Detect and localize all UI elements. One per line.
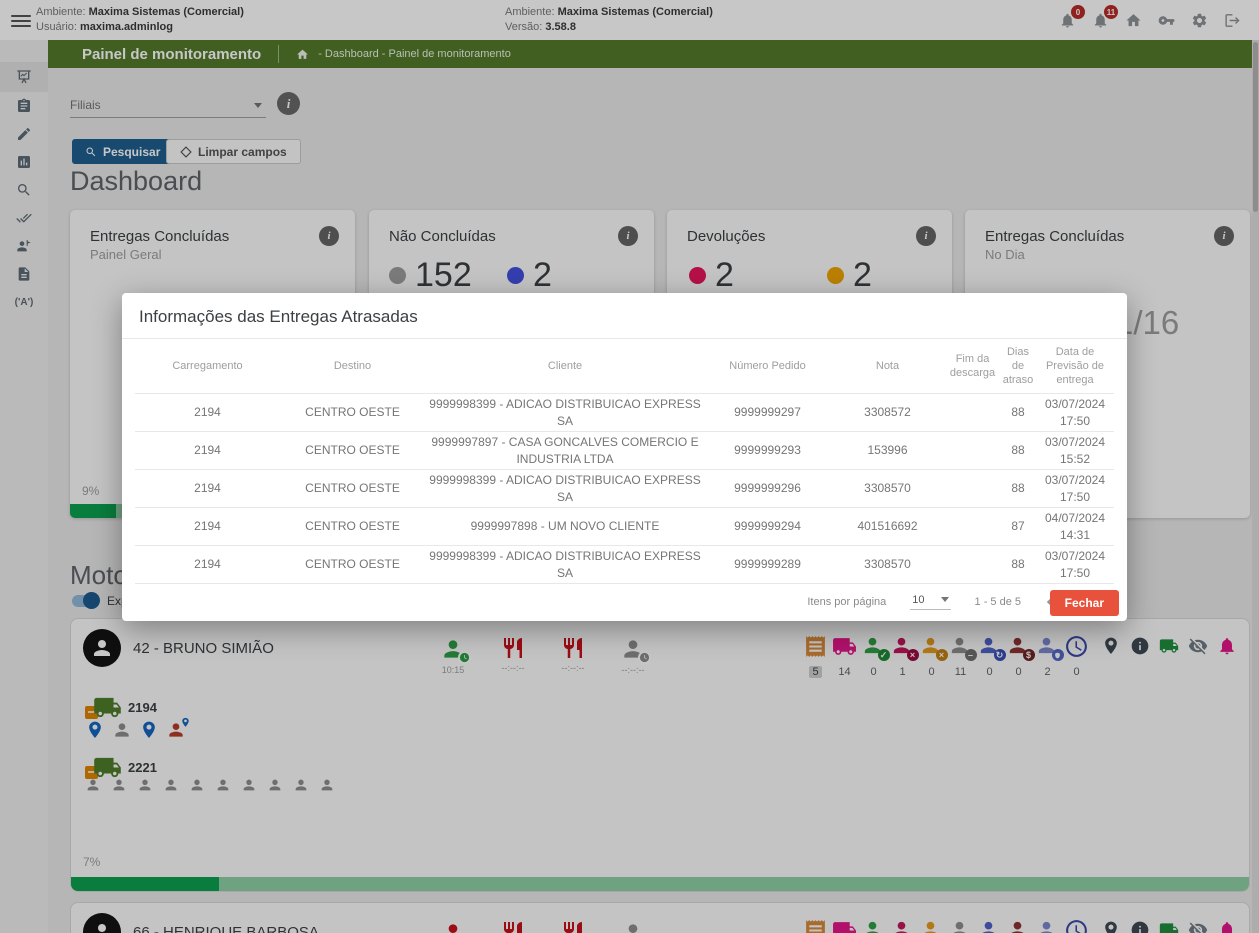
table-cell: 9999999293 xyxy=(705,432,830,470)
table-cell: 2194 xyxy=(135,546,280,584)
table-cell: CENTRO OESTE xyxy=(280,508,425,546)
table-cell: CENTRO OESTE xyxy=(280,394,425,432)
table-row: 2194CENTRO OESTE9999997898 - UM NOVO CLI… xyxy=(135,508,1114,546)
table-cell: 87 xyxy=(1000,508,1036,546)
table-cell: 88 xyxy=(1000,546,1036,584)
table-cell: 3308570 xyxy=(830,546,945,584)
table-cell xyxy=(945,546,1000,584)
chevron-down-icon xyxy=(941,597,949,606)
table-cell: 03/07/2024 15:52 xyxy=(1036,432,1114,470)
table-cell: 2194 xyxy=(135,432,280,470)
pagination: Itens por página 10 1 - 5 de 5 xyxy=(122,593,1091,610)
table-cell: 2194 xyxy=(135,470,280,508)
table-cell: 9999998399 - ADICAO DISTRIBUICAO EXPRESS… xyxy=(425,546,705,584)
table-row: 2194CENTRO OESTE9999998399 - ADICAO DIST… xyxy=(135,394,1114,432)
column-header: Data de Previsão de entrega xyxy=(1036,339,1114,394)
table-header-row: CarregamentoDestinoClienteNúmero PedidoN… xyxy=(135,339,1114,394)
column-header: Fim da descarga xyxy=(945,339,1000,394)
table-cell: 153996 xyxy=(830,432,945,470)
table-cell: 88 xyxy=(1000,394,1036,432)
column-header: Número Pedido xyxy=(705,339,830,394)
table-cell: CENTRO OESTE xyxy=(280,470,425,508)
monitoring-dashboard-page: Ambiente: Maxima Sistemas (Comercial) Us… xyxy=(0,0,1259,933)
table-cell: 9999998399 - ADICAO DISTRIBUICAO EXPRESS… xyxy=(425,470,705,508)
close-button[interactable]: Fechar xyxy=(1050,590,1119,616)
late-deliveries-table: CarregamentoDestinoClienteNúmero PedidoN… xyxy=(135,339,1114,584)
table-cell: 2194 xyxy=(135,394,280,432)
table-cell: 9999997898 - UM NOVO CLIENTE xyxy=(425,508,705,546)
table-cell: CENTRO OESTE xyxy=(280,546,425,584)
table-row: 2194CENTRO OESTE9999998399 - ADICAO DIST… xyxy=(135,546,1114,584)
table-cell xyxy=(945,508,1000,546)
items-per-page-value: 10 xyxy=(912,594,924,606)
items-per-page-select[interactable]: 10 xyxy=(910,593,950,610)
table-cell xyxy=(945,394,1000,432)
table-cell: CENTRO OESTE xyxy=(280,432,425,470)
table-cell: 03/07/2024 17:50 xyxy=(1036,546,1114,584)
pagination-range: 1 - 5 de 5 xyxy=(975,596,1021,608)
column-header: Cliente xyxy=(425,339,705,394)
late-deliveries-table-body: 2194CENTRO OESTE9999998399 - ADICAO DIST… xyxy=(135,394,1114,584)
table-cell: 9999997897 - CASA GONCALVES COMERCIO E I… xyxy=(425,432,705,470)
table-cell: 9999998399 - ADICAO DISTRIBUICAO EXPRESS… xyxy=(425,394,705,432)
table-cell: 401516692 xyxy=(830,508,945,546)
column-header: Destino xyxy=(280,339,425,394)
table-cell: 9999999294 xyxy=(705,508,830,546)
late-deliveries-modal: Informações das Entregas Atrasadas Carre… xyxy=(122,293,1127,621)
table-cell xyxy=(945,470,1000,508)
column-header: Dias de atraso xyxy=(1000,339,1036,394)
table-cell: 9999999297 xyxy=(705,394,830,432)
modal-title: Informações das Entregas Atrasadas xyxy=(122,293,1127,338)
column-header: Carregamento xyxy=(135,339,280,394)
table-cell: 9999999296 xyxy=(705,470,830,508)
column-header: Nota xyxy=(830,339,945,394)
table-row: 2194CENTRO OESTE9999998399 - ADICAO DIST… xyxy=(135,470,1114,508)
table-cell: 9999999289 xyxy=(705,546,830,584)
table-cell: 03/07/2024 17:50 xyxy=(1036,470,1114,508)
table-cell xyxy=(945,432,1000,470)
table-cell: 3308572 xyxy=(830,394,945,432)
items-per-page-label: Itens por página xyxy=(807,596,886,608)
table-cell: 88 xyxy=(1000,432,1036,470)
table-cell: 03/07/2024 17:50 xyxy=(1036,394,1114,432)
table-cell: 2194 xyxy=(135,508,280,546)
table-cell: 88 xyxy=(1000,470,1036,508)
table-row: 2194CENTRO OESTE9999997897 - CASA GONCAL… xyxy=(135,432,1114,470)
table-cell: 3308570 xyxy=(830,470,945,508)
table-cell: 04/07/2024 14:31 xyxy=(1036,508,1114,546)
